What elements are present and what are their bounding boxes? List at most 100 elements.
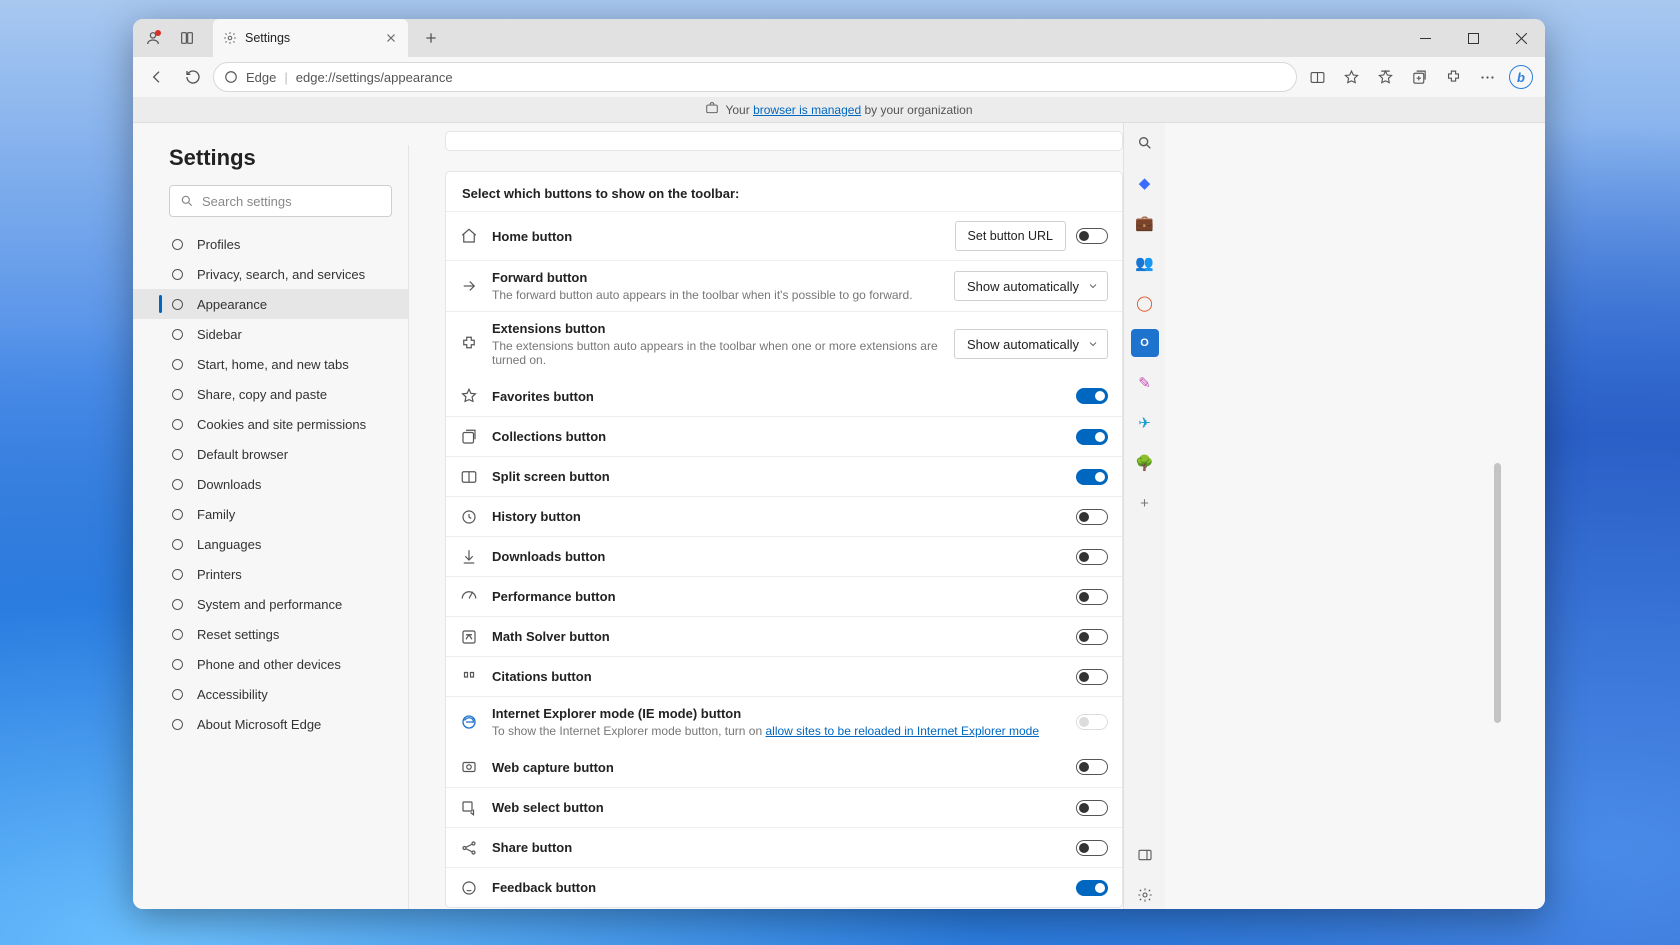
rail-search-icon[interactable] xyxy=(1131,129,1159,157)
sidebar-item-start-home-and-new-tabs[interactable]: Start, home, and new tabs xyxy=(133,349,408,379)
minimize-button[interactable] xyxy=(1401,19,1449,57)
nav-icon xyxy=(169,446,185,462)
more-menu-icon[interactable] xyxy=(1471,61,1503,93)
close-window-button[interactable] xyxy=(1497,19,1545,57)
sidebar-item-appearance[interactable]: Appearance xyxy=(133,289,408,319)
row-split-screen-button: Split screen button xyxy=(446,456,1122,496)
toggle-downloads-button[interactable] xyxy=(1076,549,1108,565)
sidebar-item-system-and-performance[interactable]: System and performance xyxy=(133,589,408,619)
set-button-url[interactable]: Set button URL xyxy=(955,221,1066,251)
sidebar-item-profiles[interactable]: Profiles xyxy=(133,229,408,259)
toggle-share-button[interactable] xyxy=(1076,840,1108,856)
toggle-feedback-button[interactable] xyxy=(1076,880,1108,896)
sidebar-item-privacy-search-and-services[interactable]: Privacy, search, and services xyxy=(133,259,408,289)
nav-icon xyxy=(169,386,185,402)
nav-icon xyxy=(169,296,185,312)
forward-select[interactable]: Show automatically xyxy=(954,271,1108,301)
rail-tree-icon[interactable]: 🌳 xyxy=(1131,449,1159,477)
home-icon xyxy=(460,227,478,245)
gear-icon xyxy=(223,31,237,45)
managed-infobar: Your browser is managed by your organiza… xyxy=(133,97,1545,123)
sidebar-item-reset-settings[interactable]: Reset settings xyxy=(133,619,408,649)
nav-icon xyxy=(169,596,185,612)
toggle-web-select-button[interactable] xyxy=(1076,800,1108,816)
split-screen-icon[interactable] xyxy=(1301,61,1333,93)
toggle-home-button[interactable] xyxy=(1076,228,1108,244)
sidebar-item-share-copy-and-paste[interactable]: Share, copy and paste xyxy=(133,379,408,409)
sidebar-item-phone-and-other-devices[interactable]: Phone and other devices xyxy=(133,649,408,679)
toggle-citations-button[interactable] xyxy=(1076,669,1108,685)
back-button[interactable] xyxy=(141,61,173,93)
maximize-button[interactable] xyxy=(1449,19,1497,57)
ie-icon xyxy=(460,713,478,731)
sidebar-item-family[interactable]: Family xyxy=(133,499,408,529)
sidebar-rail: ◆ 💼 👥 ◯ O ✎ ✈ 🌳 + xyxy=(1123,123,1165,909)
row-collections-button: Collections button xyxy=(446,416,1122,456)
rail-office-icon[interactable]: ◯ xyxy=(1131,289,1159,317)
rail-panel-icon[interactable] xyxy=(1131,841,1159,869)
row-icon xyxy=(460,879,478,897)
sidebar-item-label: Phone and other devices xyxy=(197,657,341,672)
puzzle-icon xyxy=(460,335,478,353)
rail-shopping-icon[interactable]: ◆ xyxy=(1131,169,1159,197)
favorites-list-icon[interactable] xyxy=(1369,61,1401,93)
tab-close-icon[interactable] xyxy=(384,31,398,45)
browser-tab[interactable]: Settings xyxy=(213,19,408,57)
nav-icon xyxy=(169,266,185,282)
row-icon xyxy=(460,387,478,405)
sidebar-item-printers[interactable]: Printers xyxy=(133,559,408,589)
search-icon xyxy=(180,194,194,208)
tab-title: Settings xyxy=(245,31,290,45)
sidebar-item-languages[interactable]: Languages xyxy=(133,529,408,559)
ie-mode-link[interactable]: allow sites to be reloaded in Internet E… xyxy=(766,724,1040,738)
extensions-icon[interactable] xyxy=(1437,61,1469,93)
rail-settings-icon[interactable] xyxy=(1131,881,1159,909)
row-ie-mode: Internet Explorer mode (IE mode) button … xyxy=(446,696,1122,747)
row-icon xyxy=(460,758,478,776)
sidebar-item-downloads[interactable]: Downloads xyxy=(133,469,408,499)
bing-button[interactable]: b xyxy=(1505,61,1537,93)
toggle-web-capture-button[interactable] xyxy=(1076,759,1108,775)
toggle-split-screen-button[interactable] xyxy=(1076,469,1108,485)
toggle-performance-button[interactable] xyxy=(1076,589,1108,605)
new-tab-button[interactable] xyxy=(414,30,448,46)
row-math-solver-button: Math Solver button xyxy=(446,616,1122,656)
settings-sidebar: Settings Search settings ProfilesPrivacy… xyxy=(133,123,409,909)
row-history-button: History button xyxy=(446,496,1122,536)
extensions-select[interactable]: Show automatically xyxy=(954,329,1108,359)
scrollbar-thumb[interactable] xyxy=(1494,463,1501,723)
sidebar-item-cookies-and-site-permissions[interactable]: Cookies and site permissions xyxy=(133,409,408,439)
collections-icon[interactable] xyxy=(1403,61,1435,93)
settings-search-input[interactable]: Search settings xyxy=(169,185,392,217)
sidebar-item-label: Share, copy and paste xyxy=(197,387,327,402)
card-truncated xyxy=(445,131,1123,151)
nav-icon xyxy=(169,656,185,672)
profile-button[interactable] xyxy=(139,24,167,52)
toggle-math-solver-button[interactable] xyxy=(1076,629,1108,645)
rail-edit-icon[interactable]: ✎ xyxy=(1131,369,1159,397)
nav-icon xyxy=(169,506,185,522)
sidebar-item-default-browser[interactable]: Default browser xyxy=(133,439,408,469)
rail-add-icon[interactable]: + xyxy=(1131,489,1159,517)
rail-drop-icon[interactable]: ✈ xyxy=(1131,409,1159,437)
sidebar-item-label: About Microsoft Edge xyxy=(197,717,321,732)
favorites-star-icon[interactable] xyxy=(1335,61,1367,93)
toggle-collections-button[interactable] xyxy=(1076,429,1108,445)
toggle-history-button[interactable] xyxy=(1076,509,1108,525)
managed-link[interactable]: browser is managed xyxy=(753,103,861,117)
url-field[interactable]: Edge | edge://settings/appearance xyxy=(213,62,1297,92)
toggle-favorites-button[interactable] xyxy=(1076,388,1108,404)
tab-actions-button[interactable] xyxy=(173,24,201,52)
sidebar-item-accessibility[interactable]: Accessibility xyxy=(133,679,408,709)
url-prefix: Edge xyxy=(246,70,276,85)
rail-tools-icon[interactable]: 💼 xyxy=(1131,209,1159,237)
sidebar-item-about-microsoft-edge[interactable]: About Microsoft Edge xyxy=(133,709,408,739)
toolbar-buttons-card: Select which buttons to show on the tool… xyxy=(445,171,1123,908)
address-bar: Edge | edge://settings/appearance b xyxy=(133,57,1545,97)
sidebar-item-sidebar[interactable]: Sidebar xyxy=(133,319,408,349)
refresh-button[interactable] xyxy=(177,61,209,93)
rail-games-icon[interactable]: 👥 xyxy=(1131,249,1159,277)
rail-outlook-icon[interactable]: O xyxy=(1131,329,1159,357)
row-forward-button: Forward button The forward button auto a… xyxy=(446,260,1122,311)
nav-icon xyxy=(169,716,185,732)
